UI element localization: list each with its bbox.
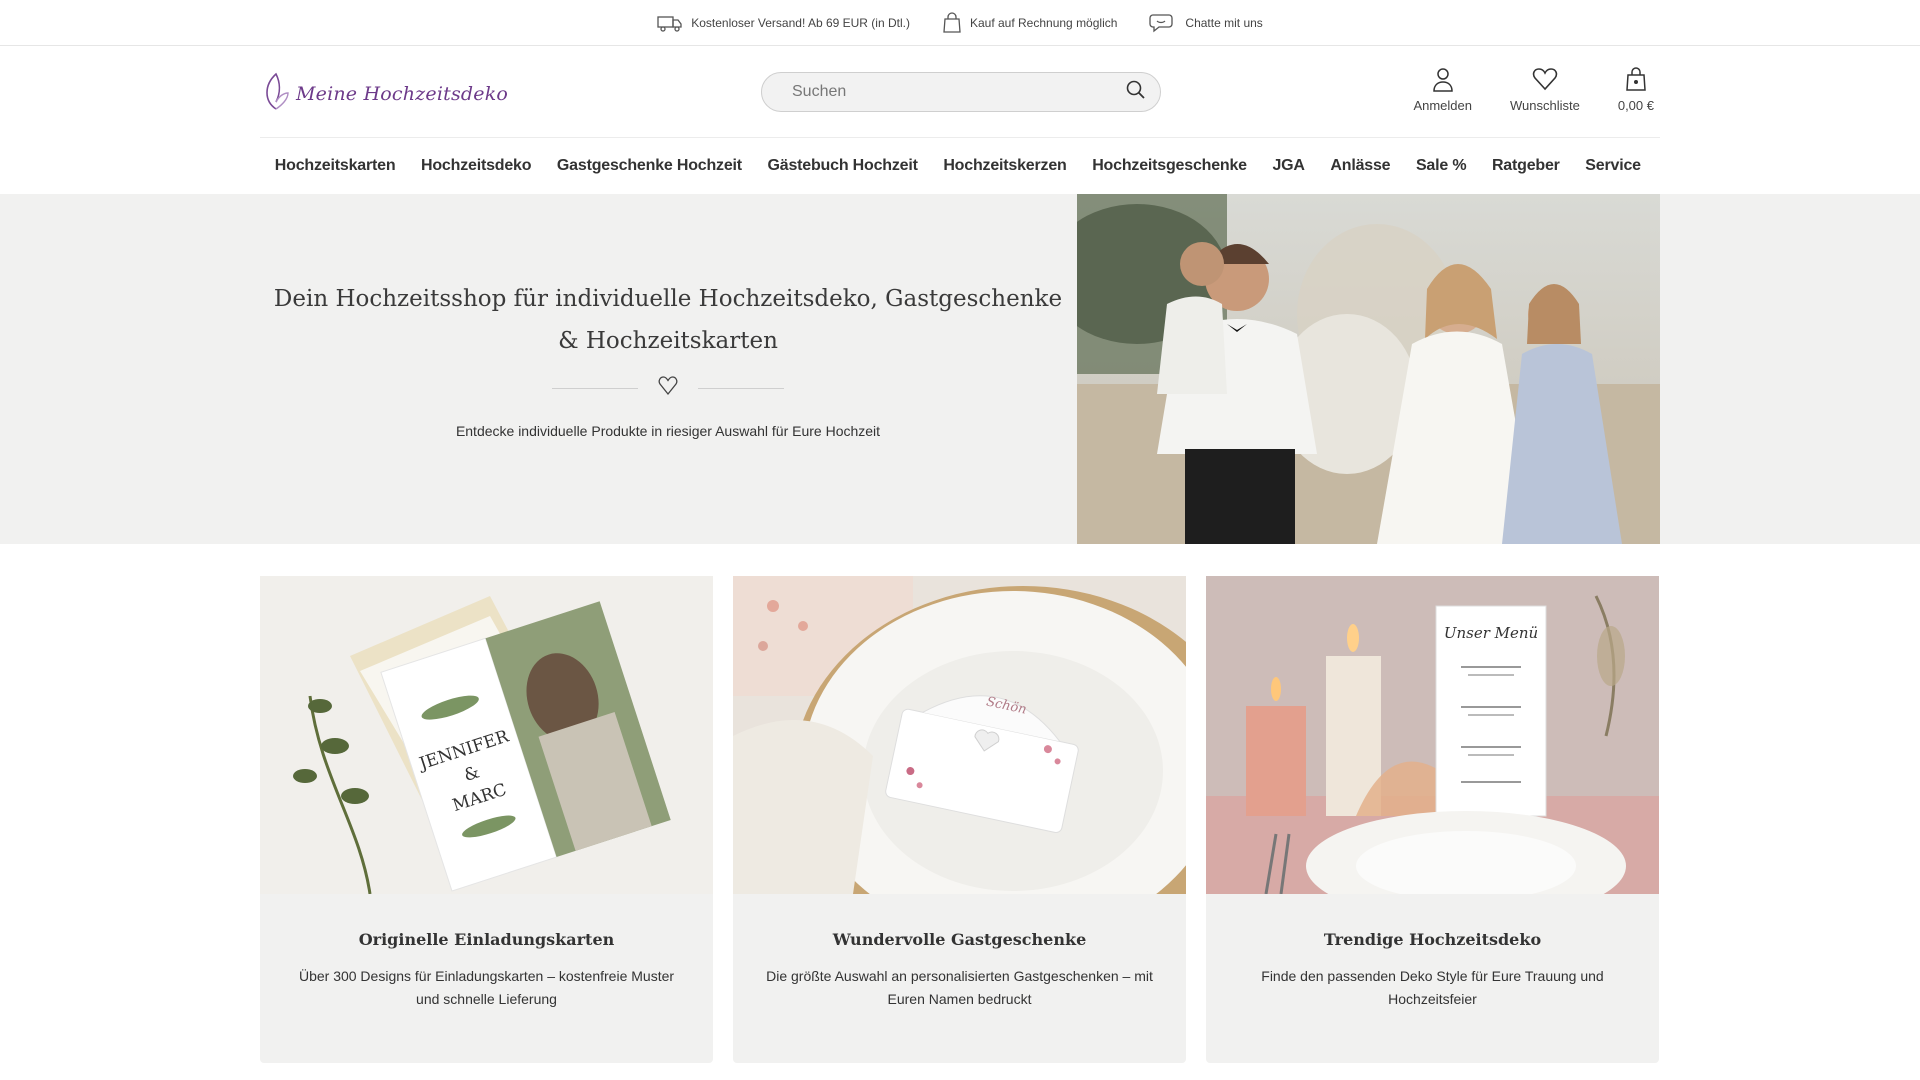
shopping-bag-icon: [942, 11, 962, 34]
user-icon: [1432, 64, 1454, 94]
invoice-info: Kauf auf Rechnung möglich: [942, 11, 1118, 34]
nav-jga[interactable]: JGA: [1260, 157, 1318, 175]
card-title: Originelle Einladungskarten: [358, 930, 615, 949]
hero-wedding-photo: [1077, 194, 1660, 544]
site-logo[interactable]: Meine Hochzeitsdeko: [262, 71, 508, 116]
nav-anlaesse[interactable]: Anlässe: [1318, 157, 1404, 175]
card-title: Wundervolle Gastgeschenke: [832, 930, 1087, 949]
logo-text: Meine Hochzeitsdeko: [296, 82, 509, 105]
nav-service[interactable]: Service: [1573, 157, 1654, 175]
leaf-logo-icon: [262, 71, 292, 116]
guest-gift-photo: Schön: [733, 576, 1186, 894]
top-info-bar: Kostenloser Versand! Ab 69 EUR (in Dtl.)…: [0, 0, 1920, 46]
nav-gaestebuch[interactable]: Gästebuch Hochzeit: [755, 157, 931, 175]
cart-total: 0,00 €: [1617, 98, 1654, 113]
site-header: Meine Hochzeitsdeko Anmelden Wunschliste…: [260, 46, 1660, 138]
card-body: Wundervolle Gastgeschenke Die größte Aus…: [733, 894, 1186, 1011]
nav-gastgeschenke[interactable]: Gastgeschenke Hochzeit: [544, 157, 755, 175]
divider-line: [552, 388, 638, 389]
card-description: Finde den passenden Deko Style für Eure …: [1261, 968, 1604, 1007]
hero-title-line2: & Hochzeitskarten: [558, 328, 778, 354]
login-button[interactable]: Anmelden: [1407, 64, 1478, 113]
nav-hochzeitskarten[interactable]: Hochzeitskarten: [262, 157, 408, 175]
nav-hochzeitskerzen[interactable]: Hochzeitskerzen: [931, 157, 1080, 175]
chat-link[interactable]: Chatte mit uns: [1149, 13, 1263, 33]
card-body: Originelle Einladungskarten Über 300 Des…: [260, 894, 713, 1011]
header-actions: Anmelden Wunschliste 0,00 €: [1407, 64, 1660, 113]
main-navigation: Hochzeitskarten Hochzeitsdeko Gastgesche…: [260, 138, 1660, 194]
truck-icon: [657, 14, 683, 32]
heart-icon: [1532, 64, 1558, 94]
hero-banner: Dein Hochzeitsshop für individuelle Hoch…: [0, 194, 1920, 544]
category-card-invitations[interactable]: JENNIFER & MARC Originelle Einladungskar…: [260, 576, 713, 1063]
nav-ratgeber[interactable]: Ratgeber: [1479, 157, 1572, 175]
menu-card-heading: Unser Menü: [1444, 624, 1538, 642]
cart-button[interactable]: 0,00 €: [1612, 64, 1660, 113]
search-icon[interactable]: [1124, 79, 1146, 106]
table-decoration-photo: Unser Menü: [1206, 576, 1659, 894]
search-input[interactable]: [792, 83, 1124, 101]
card-description: Über 300 Designs für Einladungskarten – …: [298, 968, 675, 1007]
card-body: Trendige Hochzeitsdeko Finde den passend…: [1206, 894, 1659, 1011]
card-title: Trendige Hochzeitsdeko: [1323, 930, 1542, 949]
invitation-card-photo: JENNIFER & MARC: [260, 576, 713, 894]
hero-title: Dein Hochzeitsshop für individuelle Hoch…: [260, 278, 1076, 362]
heart-outline-icon: [658, 376, 678, 401]
nav-hochzeitsgeschenke[interactable]: Hochzeitsgeschenke: [1079, 157, 1259, 175]
chat-text: Chatte mit uns: [1185, 15, 1263, 30]
chat-bubble-icon: [1149, 13, 1177, 33]
hero-text-block: Dein Hochzeitsshop für individuelle Hoch…: [260, 194, 1076, 544]
login-label: Anmelden: [1413, 98, 1472, 113]
wishlist-label: Wunschliste: [1510, 98, 1580, 113]
search-bar[interactable]: [761, 72, 1161, 112]
hero-subtitle: Entdecke individuelle Produkte in riesig…: [455, 423, 881, 439]
invoice-text: Kauf auf Rechnung möglich: [969, 15, 1118, 30]
nav-hochzeitsdeko[interactable]: Hochzeitsdeko: [408, 157, 544, 175]
wishlist-button[interactable]: Wunschliste: [1504, 64, 1586, 113]
category-cards: JENNIFER & MARC Originelle Einladungskar…: [260, 576, 1660, 1063]
category-card-guest-gifts[interactable]: Schön Wundervolle Gastgeschenke Die größ…: [733, 576, 1186, 1063]
heart-divider: [260, 376, 1076, 401]
hero-title-line1: Dein Hochzeitsshop für individuelle Hoch…: [273, 286, 1063, 312]
free-shipping-info: Kostenloser Versand! Ab 69 EUR (in Dtl.): [657, 14, 910, 32]
nav-sale[interactable]: Sale %: [1403, 157, 1479, 175]
category-card-decoration[interactable]: Unser Menü Trendige Hochzeitsdeko Finde …: [1206, 576, 1659, 1063]
cart-bag-icon: [1625, 64, 1647, 94]
free-shipping-text: Kostenloser Versand! Ab 69 EUR (in Dtl.): [691, 15, 910, 30]
card-description: Die größte Auswahl an personalisierten G…: [766, 968, 1153, 1007]
divider-line: [698, 388, 784, 389]
